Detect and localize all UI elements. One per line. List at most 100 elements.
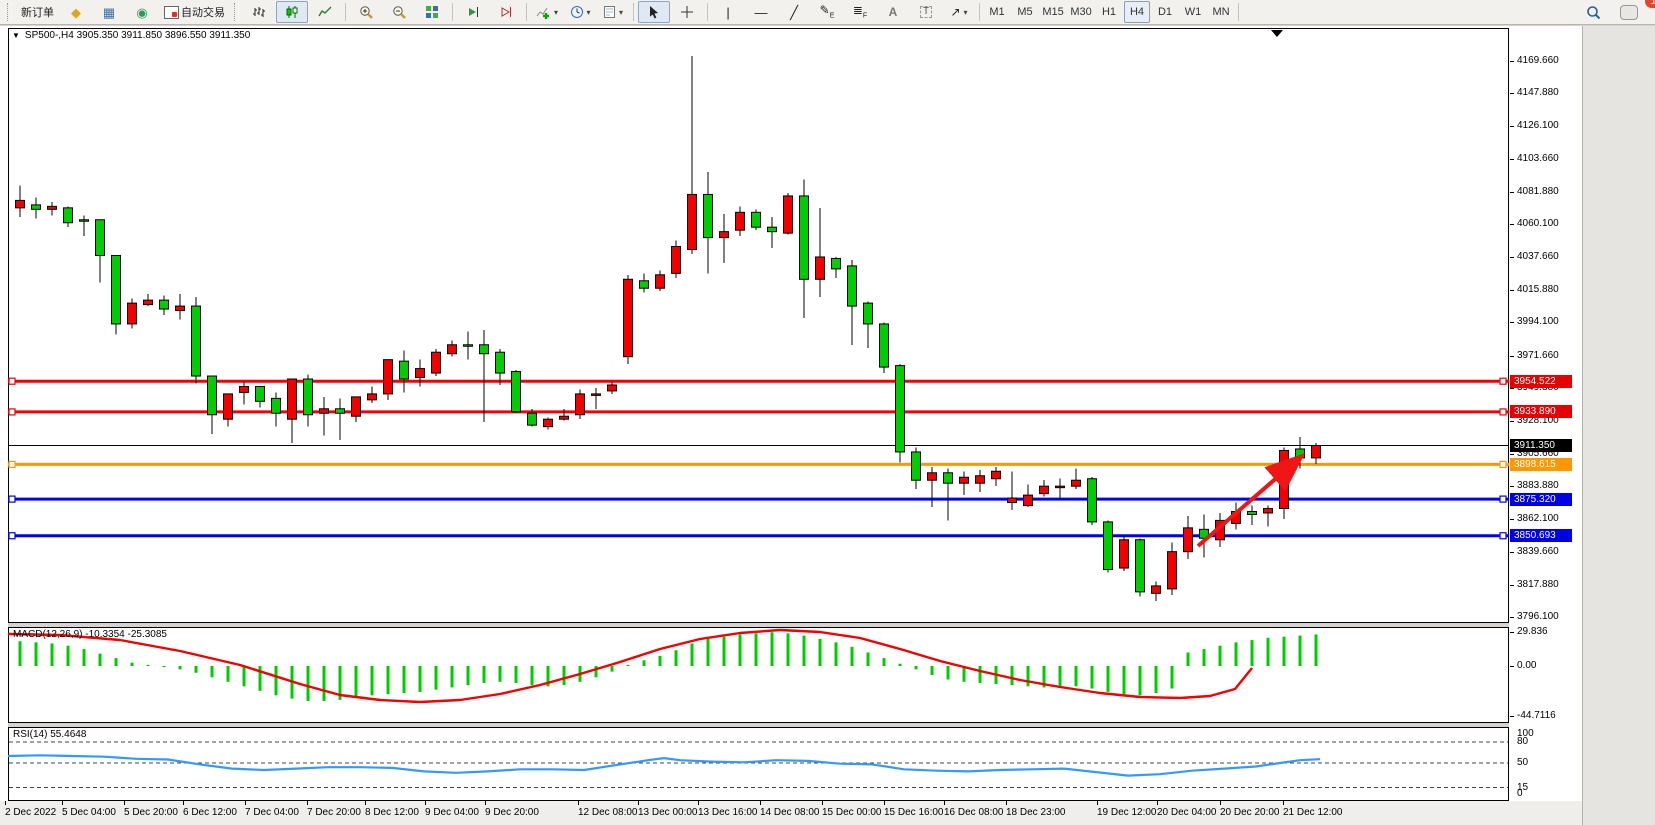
candle [432,349,441,376]
time-tick-label: 9 Dec 20:00 [485,807,539,818]
timeframe-button-d1[interactable]: D1 [1152,1,1178,23]
text-label-button[interactable]: T [910,1,942,23]
price-tick-mark [1510,290,1514,291]
fibonacci-button[interactable]: ≣F [844,1,876,23]
hline-handle [1500,461,1506,467]
timeframe-button-m15[interactable]: M15 [1040,1,1066,23]
macd-tick-mark [1510,716,1514,717]
timeframe-button-m30[interactable]: M30 [1068,1,1094,23]
toolbar-separator [526,3,527,21]
time-tick-mark [1220,801,1221,805]
chevron-down-icon: ▾ [587,8,591,17]
chart-shift-button[interactable] [490,1,522,23]
hline-handle [1500,496,1506,502]
price-tick-mark [1510,388,1514,389]
price-tick-label: 4015.880 [1517,284,1559,295]
time-tick-label: 16 Dec 08:00 [944,807,1004,818]
auto-trading-button[interactable]: 自动交易 [159,1,230,23]
macd-label: MACD(12,26,9) -10.3354 -25.3085 [13,629,167,640]
macd-tick-mark [1510,666,1514,667]
price-tick-label: 4103.660 [1517,153,1559,164]
timeframe-button-m5[interactable]: M5 [1012,1,1038,23]
data-window-button[interactable]: ▦ [93,1,125,23]
time-tick-mark [638,801,639,805]
time-tick-mark [578,801,579,805]
horizontal-line-button[interactable]: — [745,1,777,23]
time-tick-mark [425,801,426,805]
market-watch-button[interactable]: ◆ [60,1,92,23]
zoom-in-button[interactable] [350,1,382,23]
chevron-down-icon: ▾ [554,8,558,17]
candle [1136,538,1145,596]
candle [896,364,905,462]
indicators-button[interactable]: ▾ [531,1,563,23]
periods-button[interactable]: ▾ [564,1,596,23]
hline-price-label: 3933.890 [1510,405,1572,418]
time-tick-label: 13 Dec 00:00 [638,807,698,818]
cursor-button[interactable] [638,1,670,23]
text-button[interactable]: A [877,1,909,23]
time-tick-label: 6 Dec 12:00 [183,807,237,818]
toolbar-grip[interactable] [7,3,12,21]
candle [576,389,585,419]
timeframe-button-h4[interactable]: H4 [1124,1,1150,23]
time-tick-mark [485,801,486,805]
new-order-button[interactable]: 新订单 [16,1,59,23]
toolbar-grip[interactable] [234,3,239,21]
macd-canvas[interactable] [8,627,1509,723]
search-icon [1586,5,1601,20]
macd-tick-mark [1510,632,1514,633]
cursor-icon [648,5,660,19]
templates-button[interactable]: ▾ [597,1,629,23]
candle [672,241,681,278]
time-tick-label: 15 Dec 00:00 [822,807,882,818]
crosshair-button[interactable] [671,1,703,23]
trading-terminal: 新订单 ◆ ▦ ◉ 自动交易 [0,0,1655,825]
timeframe-button-m1[interactable]: M1 [984,1,1010,23]
candlestick-chart-button[interactable] [276,1,308,23]
timeframe-button-h1[interactable]: H1 [1096,1,1122,23]
panel-splitter[interactable] [8,623,1509,627]
tile-windows-icon [425,5,439,19]
timeframe-button-mn[interactable]: MN [1208,1,1234,23]
panel-splitter[interactable] [8,723,1509,727]
right-filler [1582,26,1655,825]
main-chart-canvas[interactable] [8,28,1509,623]
bar-chart-button[interactable] [243,1,275,23]
vertical-line-button[interactable]: | [712,1,744,23]
line-chart-button[interactable] [309,1,341,23]
time-tick-label: 9 Dec 04:00 [425,807,479,818]
time-tick-mark [760,801,761,805]
search-button[interactable] [1577,1,1609,23]
time-tick-label: 20 Dec 20:00 [1220,807,1280,818]
channel-button[interactable]: ✎E [811,1,843,23]
price-tick-mark [1510,552,1514,553]
price-tick-label: 3883.880 [1517,480,1559,491]
candle [784,193,793,235]
trendline-button[interactable]: ╱ [778,1,810,23]
navigator-button[interactable]: ◉ [126,1,158,23]
rsi-canvas[interactable] [8,727,1509,801]
main-chart-panel[interactable] [8,28,1509,628]
collapse-icon[interactable]: ▼ [12,31,20,40]
price-tick-label: 3971.660 [1517,350,1559,361]
toolbar-separator [452,3,453,21]
toolbar-separator [707,3,708,21]
arrows-button[interactable]: ↗▾ [943,1,975,23]
time-tick-mark [944,801,945,805]
rsi-panel[interactable] [8,727,1509,806]
new-order-label: 新订单 [21,4,54,20]
timeframe-button-w1[interactable]: W1 [1180,1,1206,23]
chart-title-text: SP500-,H4 3905.350 3911.850 3896.550 391… [25,30,250,41]
macd-panel[interactable] [8,627,1509,728]
time-tick-label: 12 Dec 08:00 [578,807,638,818]
auto-scroll-button[interactable] [457,1,489,23]
hline-handle [1500,378,1506,384]
timeframe-toolbar: M1M5M15M30H1H4D1W1MN [984,1,1234,23]
price-tick-mark [1510,454,1514,455]
notifications-button[interactable]: 1 [1613,1,1645,23]
auto-scroll-icon [466,5,480,19]
zoom-out-button[interactable] [383,1,415,23]
tile-windows-button[interactable] [416,1,448,23]
time-tick-mark [1283,801,1284,805]
